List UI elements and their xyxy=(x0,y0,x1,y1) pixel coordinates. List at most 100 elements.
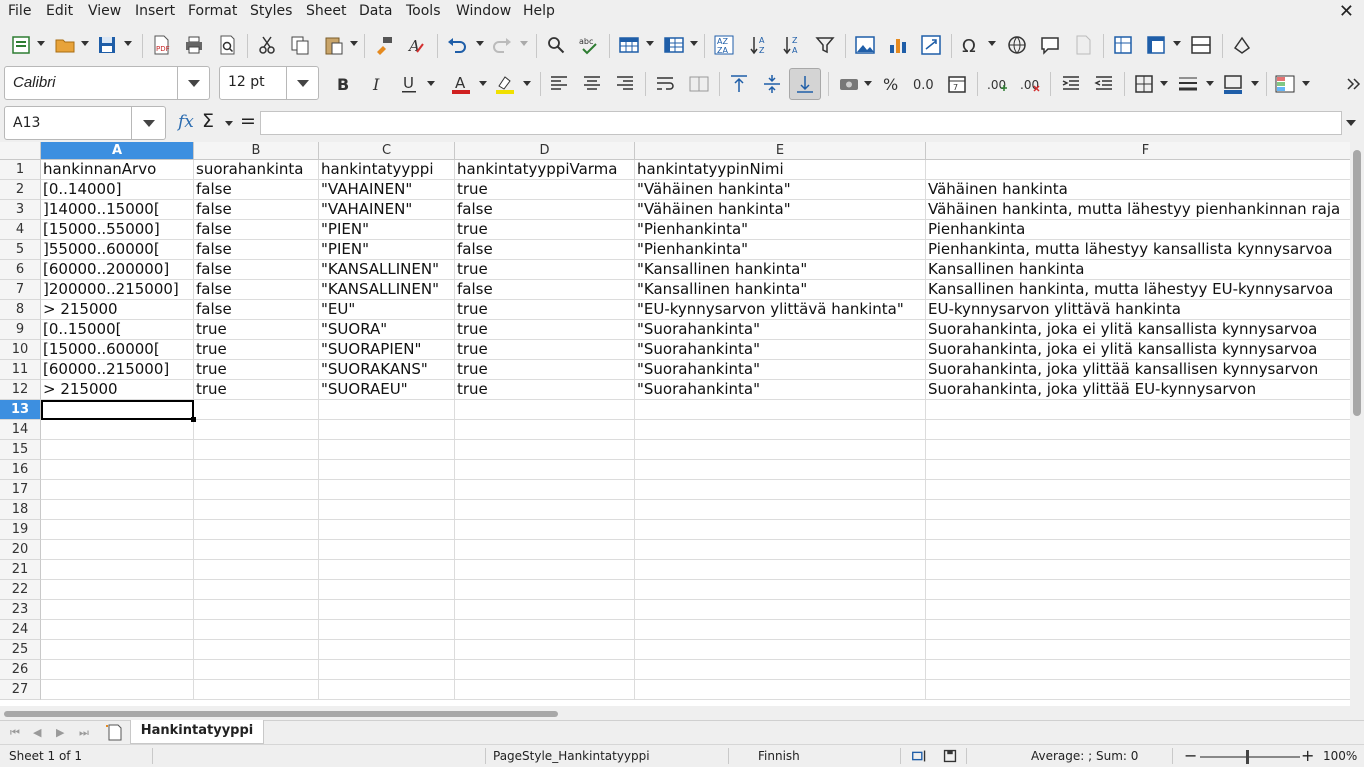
insert-image-icon[interactable] xyxy=(852,32,878,58)
borders-icon[interactable] xyxy=(1131,71,1157,97)
cell-a27[interactable] xyxy=(41,680,194,700)
row-header[interactable]: 19 xyxy=(0,520,41,540)
cell-c9[interactable]: "SUORA" xyxy=(319,320,455,340)
cell-a16[interactable] xyxy=(41,460,194,480)
redo-dropdown-icon[interactable] xyxy=(520,41,528,46)
cell-b4[interactable]: false xyxy=(194,220,319,240)
cut-icon[interactable] xyxy=(254,32,280,58)
cell-d21[interactable] xyxy=(455,560,635,580)
document-modified-icon[interactable] xyxy=(940,746,960,766)
cell-e7[interactable]: "Kansallinen hankinta" xyxy=(635,280,926,300)
zoom-slider[interactable] xyxy=(1200,750,1300,764)
cell-f20[interactable] xyxy=(926,540,1364,560)
cell-b26[interactable] xyxy=(194,660,319,680)
column-header-a[interactable]: A xyxy=(41,142,194,160)
cell-d22[interactable] xyxy=(455,580,635,600)
cell-d4[interactable]: true xyxy=(455,220,635,240)
print-icon[interactable] xyxy=(181,32,207,58)
vertical-scrollbar[interactable] xyxy=(1350,142,1364,706)
cell-f27[interactable] xyxy=(926,680,1364,700)
cell-f25[interactable] xyxy=(926,640,1364,660)
cell-b7[interactable]: false xyxy=(194,280,319,300)
column-icon[interactable] xyxy=(661,32,687,58)
cell-a21[interactable] xyxy=(41,560,194,580)
cell-f1[interactable] xyxy=(926,160,1364,180)
cell-b2[interactable]: false xyxy=(194,180,319,200)
expand-formula-bar-icon[interactable] xyxy=(1346,120,1356,126)
copy-icon[interactable] xyxy=(287,32,313,58)
menu-insert[interactable]: Insert xyxy=(135,3,175,19)
row-header[interactable]: 9 xyxy=(0,320,41,340)
cell-f18[interactable] xyxy=(926,500,1364,520)
border-style-dropdown-icon[interactable] xyxy=(1206,81,1214,86)
cell-c3[interactable]: "VAHAINEN" xyxy=(319,200,455,220)
cell-d14[interactable] xyxy=(455,420,635,440)
cell-c1[interactable]: hankintatyyppi xyxy=(319,160,455,180)
align-bottom-icon[interactable] xyxy=(789,68,821,100)
cell-e20[interactable] xyxy=(635,540,926,560)
date-format-icon[interactable]: 7 xyxy=(944,71,970,97)
cell-d27[interactable] xyxy=(455,680,635,700)
cell-f8[interactable]: EU-kynnysarvon ylittävä hankinta xyxy=(926,300,1364,320)
open-folder-icon[interactable] xyxy=(52,32,78,58)
cell-a11[interactable]: [60000..215000] xyxy=(41,360,194,380)
clone-formatting-icon[interactable] xyxy=(371,32,397,58)
cell-b23[interactable] xyxy=(194,600,319,620)
previous-sheet-icon[interactable]: ◀ xyxy=(33,726,41,739)
cell-d23[interactable] xyxy=(455,600,635,620)
cell-c10[interactable]: "SUORAPIEN" xyxy=(319,340,455,360)
cell-b16[interactable] xyxy=(194,460,319,480)
cell-d1[interactable]: hankintatyyppiVarma xyxy=(455,160,635,180)
align-left-icon[interactable] xyxy=(546,71,572,97)
font-size-dropdown-icon[interactable] xyxy=(286,67,318,99)
cell-b10[interactable]: true xyxy=(194,340,319,360)
last-sheet-icon[interactable]: ⏭ xyxy=(79,726,89,740)
number-format-icon[interactable]: 0.0 xyxy=(910,71,936,97)
cell-e23[interactable] xyxy=(635,600,926,620)
highlight-color-icon[interactable] xyxy=(492,71,518,97)
name-box[interactable]: A13 xyxy=(4,106,166,140)
undo-icon[interactable] xyxy=(444,32,470,58)
header-footer-icon[interactable] xyxy=(1070,32,1096,58)
cell-a3[interactable]: ]14000..15000[ xyxy=(41,200,194,220)
cell-d5[interactable]: false xyxy=(455,240,635,260)
cell-c25[interactable] xyxy=(319,640,455,660)
cell-e17[interactable] xyxy=(635,480,926,500)
clear-formatting-icon[interactable]: A xyxy=(404,32,430,58)
split-window-icon[interactable] xyxy=(1188,32,1214,58)
vertical-scroll-thumb[interactable] xyxy=(1353,150,1361,416)
cell-b25[interactable] xyxy=(194,640,319,660)
autofilter-icon[interactable] xyxy=(812,32,838,58)
cell-a17[interactable] xyxy=(41,480,194,500)
cell-a24[interactable] xyxy=(41,620,194,640)
row-header[interactable]: 16 xyxy=(0,460,41,480)
column-dropdown-icon[interactable] xyxy=(690,41,698,46)
cell-f17[interactable] xyxy=(926,480,1364,500)
cell-c21[interactable] xyxy=(319,560,455,580)
cell-f26[interactable] xyxy=(926,660,1364,680)
cell-f3[interactable]: Vähäinen hankinta, mutta lähestyy pienha… xyxy=(926,200,1364,220)
cell-a20[interactable] xyxy=(41,540,194,560)
cell-c12[interactable]: "SUORAEU" xyxy=(319,380,455,400)
spreadsheet-grid[interactable]: A B C D E F 1 hankinnanArvo suorahankinta hankint… xyxy=(0,142,1364,706)
cell-e16[interactable] xyxy=(635,460,926,480)
underline-dropdown-icon[interactable] xyxy=(427,81,435,86)
sheet-tab[interactable]: Hankintatyyppi xyxy=(130,720,264,744)
cell-e24[interactable] xyxy=(635,620,926,640)
cell-d8[interactable]: true xyxy=(455,300,635,320)
cell-b18[interactable] xyxy=(194,500,319,520)
delete-decimal-icon[interactable]: .00 xyxy=(1017,71,1043,97)
cell-b15[interactable] xyxy=(194,440,319,460)
cell-e18[interactable] xyxy=(635,500,926,520)
cell-e15[interactable] xyxy=(635,440,926,460)
cell-d24[interactable] xyxy=(455,620,635,640)
align-right-icon[interactable] xyxy=(612,71,638,97)
cell-b8[interactable]: false xyxy=(194,300,319,320)
cell-c19[interactable] xyxy=(319,520,455,540)
menu-sheet[interactable]: Sheet xyxy=(306,3,346,19)
cell-a5[interactable]: ]55000..60000[ xyxy=(41,240,194,260)
cell-c8[interactable]: "EU" xyxy=(319,300,455,320)
cell-f14[interactable] xyxy=(926,420,1364,440)
cell-b21[interactable] xyxy=(194,560,319,580)
row-header[interactable]: 26 xyxy=(0,660,41,680)
